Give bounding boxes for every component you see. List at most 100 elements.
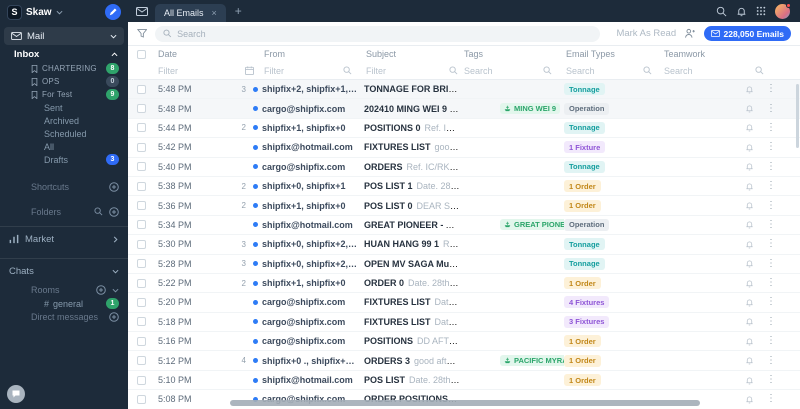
horizontal-scrollbar[interactable] bbox=[230, 400, 700, 406]
column-header-teamwork[interactable]: Teamwork bbox=[664, 49, 742, 59]
snooze-bell-icon[interactable] bbox=[745, 395, 754, 404]
snooze-bell-icon[interactable] bbox=[745, 279, 754, 288]
sidebar-item-drafts[interactable]: Drafts 3 bbox=[0, 153, 128, 166]
row-menu-button[interactable]: ⋮ bbox=[766, 201, 776, 211]
tags-filter[interactable]: Search bbox=[464, 62, 564, 79]
row-checkbox[interactable] bbox=[137, 298, 146, 307]
snooze-bell-icon[interactable] bbox=[745, 240, 754, 249]
row-menu-button[interactable]: ⋮ bbox=[766, 123, 776, 133]
row-menu-button[interactable]: ⋮ bbox=[766, 297, 776, 307]
row-checkbox[interactable] bbox=[137, 182, 146, 191]
snooze-bell-icon[interactable] bbox=[745, 143, 754, 152]
vessel-tag[interactable]: GREAT PIONEER bbox=[500, 219, 564, 230]
row-checkbox[interactable] bbox=[137, 201, 146, 210]
snooze-bell-icon[interactable] bbox=[745, 298, 754, 307]
add-shortcut-icon[interactable] bbox=[109, 182, 119, 192]
sidebar-item-ops[interactable]: OPS 0 bbox=[0, 75, 128, 88]
email-row[interactable]: 5:18 PM cargo@shipfix.com FIXTURES LISTD… bbox=[128, 313, 800, 332]
sidebar-section-market[interactable]: Market bbox=[0, 227, 128, 251]
email-search-input[interactable] bbox=[177, 29, 592, 39]
email-row[interactable]: 5:44 PM 2 shipfix+1, shipfix+0 POSITIONS… bbox=[128, 119, 800, 138]
add-folder-icon[interactable] bbox=[109, 207, 119, 217]
column-header-from[interactable]: From bbox=[262, 49, 364, 59]
row-checkbox[interactable] bbox=[137, 279, 146, 288]
row-menu-button[interactable]: ⋮ bbox=[766, 375, 776, 385]
search-icon[interactable] bbox=[716, 6, 727, 17]
select-all-checkbox[interactable] bbox=[137, 50, 146, 59]
sidebar-section-mail[interactable]: Mail bbox=[4, 27, 124, 45]
row-menu-button[interactable]: ⋮ bbox=[766, 336, 776, 346]
sidebar-section-direct-messages[interactable]: Direct messages bbox=[0, 310, 128, 324]
apps-grid-icon[interactable] bbox=[756, 6, 766, 16]
email-row[interactable]: 5:40 PM cargo@shipfix.com ORDERSRef. IC/… bbox=[128, 158, 800, 177]
email-types-filter[interactable]: Search bbox=[564, 62, 664, 79]
row-checkbox[interactable] bbox=[137, 240, 146, 249]
row-checkbox[interactable] bbox=[137, 220, 146, 229]
snooze-bell-icon[interactable] bbox=[745, 104, 754, 113]
email-row[interactable]: 5:12 PM 4 shipfix+0 ., shipfix+2, shipf.… bbox=[128, 351, 800, 370]
add-dm-icon[interactable] bbox=[109, 312, 119, 322]
teamwork-filter[interactable]: Search bbox=[664, 62, 788, 79]
email-row[interactable]: 5:34 PM shipfix@hotmail.com GREAT PIONEE… bbox=[128, 216, 800, 235]
close-tab-icon[interactable]: × bbox=[212, 8, 217, 18]
row-menu-button[interactable]: ⋮ bbox=[766, 181, 776, 191]
from-filter[interactable]: Filter bbox=[262, 62, 364, 79]
email-row[interactable]: 5:42 PM shipfix@hotmail.com FIXTURES LIS… bbox=[128, 138, 800, 157]
row-checkbox[interactable] bbox=[137, 162, 146, 171]
snooze-bell-icon[interactable] bbox=[745, 220, 754, 229]
email-search-box[interactable] bbox=[155, 26, 600, 42]
sidebar-item-chartering[interactable]: CHARTERING 8 bbox=[0, 62, 128, 75]
snooze-bell-icon[interactable] bbox=[745, 162, 754, 171]
mark-as-read-button[interactable]: Mark As Read bbox=[616, 28, 676, 39]
sidebar-item-sent[interactable]: Sent bbox=[0, 101, 128, 114]
row-checkbox[interactable] bbox=[137, 104, 146, 113]
snooze-bell-icon[interactable] bbox=[745, 85, 754, 94]
sidebar-item-inbox[interactable]: Inbox bbox=[0, 47, 128, 62]
column-header-email-types[interactable]: Email Types bbox=[564, 49, 664, 59]
tab-all-emails[interactable]: All Emails × bbox=[155, 4, 226, 22]
notifications-bell-icon[interactable] bbox=[736, 6, 747, 17]
email-row[interactable]: 5:30 PM 3 shipfix+0, shipfix+2, shipfi..… bbox=[128, 235, 800, 254]
vessel-tag[interactable]: MING WEI 9 bbox=[500, 103, 560, 114]
sidebar-section-folders[interactable]: Folders bbox=[0, 204, 128, 219]
snooze-bell-icon[interactable] bbox=[745, 317, 754, 326]
snooze-bell-icon[interactable] bbox=[745, 201, 754, 210]
email-row[interactable]: 5:20 PM cargo@shipfix.com FIXTURES LISTD… bbox=[128, 293, 800, 312]
vertical-scrollbar[interactable] bbox=[796, 84, 799, 148]
search-icon[interactable] bbox=[94, 207, 103, 216]
row-menu-button[interactable]: ⋮ bbox=[766, 356, 776, 366]
row-menu-button[interactable]: ⋮ bbox=[766, 278, 776, 288]
email-row[interactable]: 5:22 PM 2 shipfix+1, shipfix+0 ORDER 0Da… bbox=[128, 274, 800, 293]
row-checkbox[interactable] bbox=[137, 376, 146, 385]
row-checkbox[interactable] bbox=[137, 259, 146, 268]
date-filter[interactable]: Filter bbox=[154, 62, 262, 79]
vessel-tag[interactable]: PACIFIC MYRA bbox=[500, 355, 564, 366]
row-checkbox[interactable] bbox=[137, 143, 146, 152]
user-avatar[interactable] bbox=[775, 4, 790, 19]
column-header-subject[interactable]: Subject bbox=[364, 49, 464, 59]
row-checkbox[interactable] bbox=[137, 85, 146, 94]
snooze-bell-icon[interactable] bbox=[745, 337, 754, 346]
new-tab-button[interactable]: + bbox=[233, 5, 244, 17]
sidebar-section-chats[interactable]: Chats bbox=[0, 259, 128, 283]
row-checkbox[interactable] bbox=[137, 356, 146, 365]
sidebar-item-for-test[interactable]: For Test 9 bbox=[0, 88, 128, 101]
column-header-date[interactable]: Date bbox=[154, 49, 228, 59]
row-checkbox[interactable] bbox=[137, 123, 146, 132]
snooze-bell-icon[interactable] bbox=[745, 356, 754, 365]
row-menu-button[interactable]: ⋮ bbox=[766, 239, 776, 249]
filter-funnel-icon[interactable] bbox=[137, 28, 147, 39]
snooze-bell-icon[interactable] bbox=[745, 182, 754, 191]
email-row[interactable]: 5:28 PM 3 shipfix+0, shipfix+2, shipfi..… bbox=[128, 255, 800, 274]
row-menu-button[interactable]: ⋮ bbox=[766, 317, 776, 327]
sidebar-section-rooms[interactable]: Rooms bbox=[0, 283, 128, 297]
row-menu-button[interactable]: ⋮ bbox=[766, 104, 776, 114]
row-checkbox[interactable] bbox=[137, 337, 146, 346]
email-row[interactable]: 5:48 PM 3 shipfix+2, shipfix+1, shipfi..… bbox=[128, 80, 800, 99]
sidebar-section-shortcuts[interactable]: Shortcuts bbox=[0, 179, 128, 194]
snooze-bell-icon[interactable] bbox=[745, 376, 754, 385]
compose-button[interactable] bbox=[105, 4, 121, 20]
add-room-icon[interactable] bbox=[96, 285, 106, 295]
assign-user-icon[interactable] bbox=[684, 28, 695, 39]
email-row[interactable]: 5:16 PM cargo@shipfix.com POSITIONSDD AF… bbox=[128, 332, 800, 351]
